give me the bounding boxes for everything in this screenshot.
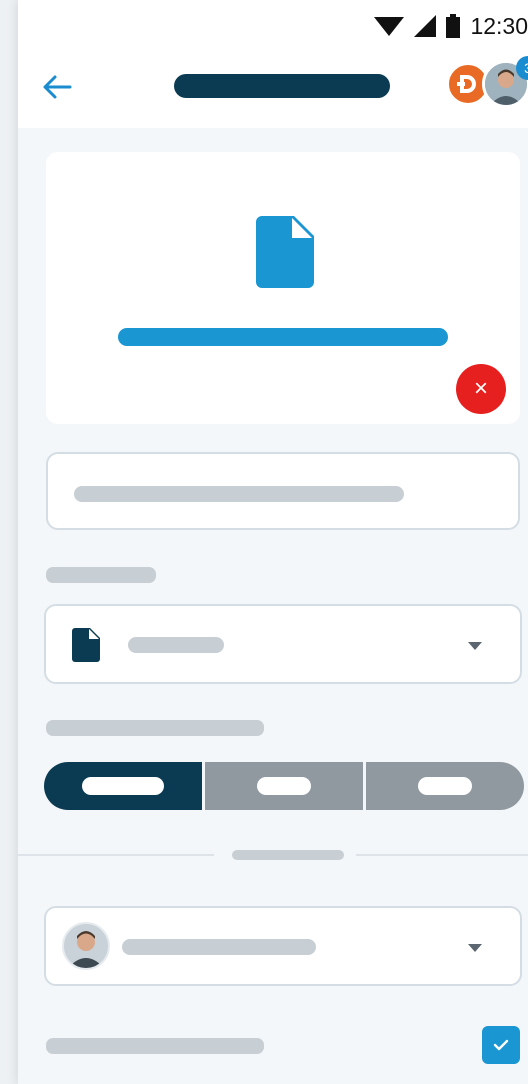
notify-checkbox[interactable] [482, 1026, 520, 1064]
section-label-visibility [46, 720, 264, 736]
checkbox-label [46, 1038, 264, 1054]
divider-right [356, 854, 528, 856]
name-input[interactable] [46, 452, 520, 530]
segment-option-1[interactable] [44, 762, 202, 810]
status-bar: 12:30 [374, 8, 528, 44]
segment-label [418, 777, 472, 795]
company-logo-icon [457, 75, 476, 93]
divider-label [232, 850, 344, 860]
upload-progress-bar [118, 328, 448, 346]
segment-option-2[interactable] [202, 762, 363, 810]
assignee-avatar [62, 922, 110, 970]
person-photo-icon [64, 924, 108, 968]
segment-label [257, 777, 311, 795]
select-value [128, 637, 224, 653]
remove-file-button[interactable]: × [456, 364, 506, 414]
close-icon: × [473, 375, 488, 402]
chevron-down-icon [468, 642, 482, 650]
check-icon [493, 1039, 509, 1051]
segment-option-3[interactable] [363, 762, 524, 810]
select-value [122, 939, 316, 955]
battery-icon [446, 14, 461, 38]
wifi-icon [374, 17, 405, 36]
document-icon [256, 216, 314, 288]
segmented-control [44, 762, 524, 810]
app-bar: 12:30 3 [18, 0, 528, 128]
arrow-left-icon[interactable] [40, 70, 74, 104]
divider-left [18, 854, 214, 856]
status-time: 12:30 [470, 12, 528, 39]
signal-icon [414, 15, 437, 37]
assignee-select[interactable] [44, 906, 522, 986]
file-upload-card [46, 152, 520, 424]
page-title [174, 74, 390, 98]
document-icon [72, 628, 100, 662]
input-placeholder [74, 486, 404, 502]
chevron-down-icon [468, 944, 482, 952]
segment-label [82, 777, 164, 795]
section-label-type [46, 567, 156, 583]
document-type-select[interactable] [44, 604, 522, 684]
app-screen: 12:30 3 × [18, 0, 528, 1084]
